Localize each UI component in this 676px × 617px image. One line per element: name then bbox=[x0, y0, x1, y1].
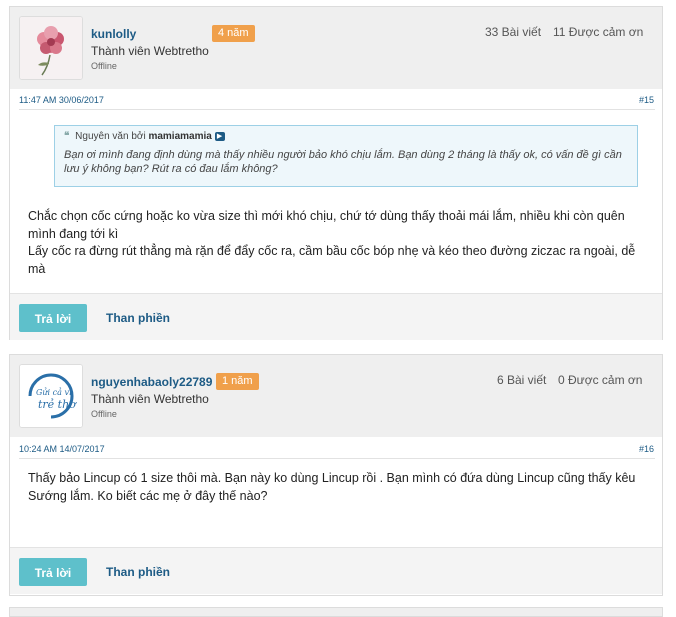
next-post-edge bbox=[9, 607, 663, 617]
post-body-line: Chắc chọn cốc cứng hoặc ko vừa size thì … bbox=[28, 209, 625, 241]
post-number-link[interactable]: #15 bbox=[639, 95, 654, 105]
post-header: Gửi cả vì trẻ thơ nguyenhabaoly22789 1 n… bbox=[10, 355, 662, 437]
quote-box: ❝ Nguyên văn bởi mamiamamia ▶ Bạn ơi mìn… bbox=[54, 125, 638, 187]
membership-badge: 4 năm bbox=[212, 25, 255, 42]
flower-avatar-icon bbox=[20, 17, 82, 79]
logo-avatar-icon: Gửi cả vì trẻ thơ bbox=[20, 365, 82, 427]
username-link[interactable]: kunlolly bbox=[91, 27, 136, 41]
username-link[interactable]: nguyenhabaoly22789 bbox=[91, 375, 212, 389]
quote-header: ❝ Nguyên văn bởi mamiamamia ▶ bbox=[64, 131, 628, 142]
post-footer: Trả lời Than phiền bbox=[10, 293, 662, 340]
thanks-count: 0 Được cảm ơn bbox=[558, 373, 643, 387]
post-15: kunlolly 4 năm Thành viên Webtretho Offl… bbox=[9, 6, 663, 340]
post-body-line: Lấy cốc ra đừng rút thẳng mà rặn để đẩy … bbox=[28, 244, 636, 276]
quote-text: Bạn ơi mình đang định dùng mà thấy nhiều… bbox=[64, 149, 622, 175]
reply-button[interactable]: Trả lời bbox=[19, 304, 87, 332]
quote-icon: ❝ bbox=[64, 131, 70, 142]
member-rank: Thành viên Webtretho bbox=[91, 44, 209, 58]
post-count: 6 Bài viết bbox=[497, 373, 547, 387]
online-status: Offline bbox=[91, 61, 117, 71]
thanks-count: 11 Được cảm ơn bbox=[553, 25, 644, 39]
post-number-link[interactable]: #16 bbox=[639, 444, 654, 454]
post-timestamp: 11:47 AM 30/06/2017 bbox=[19, 95, 104, 105]
divider bbox=[19, 109, 655, 110]
complain-link[interactable]: Than phiền bbox=[106, 311, 170, 325]
post-footer: Trả lời Than phiền bbox=[10, 547, 662, 594]
complain-link[interactable]: Than phiền bbox=[106, 565, 170, 579]
view-post-arrow-icon[interactable]: ▶ bbox=[214, 131, 225, 141]
avatar-logo-text: trẻ thơ bbox=[38, 398, 77, 411]
post-header: kunlolly 4 năm Thành viên Webtretho Offl… bbox=[10, 7, 662, 89]
avatar-logo-text: Gửi cả vì bbox=[36, 388, 72, 397]
avatar[interactable] bbox=[19, 16, 83, 80]
post-count: 33 Bài viết bbox=[485, 25, 542, 39]
avatar[interactable]: Gửi cả vì trẻ thơ bbox=[19, 364, 83, 428]
quote-prefix: Nguyên văn bởi bbox=[75, 131, 146, 142]
post-16: Gửi cả vì trẻ thơ nguyenhabaoly22789 1 n… bbox=[9, 354, 663, 596]
online-status: Offline bbox=[91, 409, 117, 419]
reply-button[interactable]: Trả lời bbox=[19, 558, 87, 586]
post-body-line: Thấy bảo Lincup có 1 size thôi mà. Bạn n… bbox=[28, 471, 636, 503]
post-timestamp: 10:24 AM 14/07/2017 bbox=[19, 444, 105, 454]
membership-badge: 1 năm bbox=[216, 373, 259, 390]
member-rank: Thành viên Webtretho bbox=[91, 392, 209, 406]
divider bbox=[19, 458, 655, 459]
quote-author[interactable]: mamiamamia bbox=[148, 131, 211, 142]
